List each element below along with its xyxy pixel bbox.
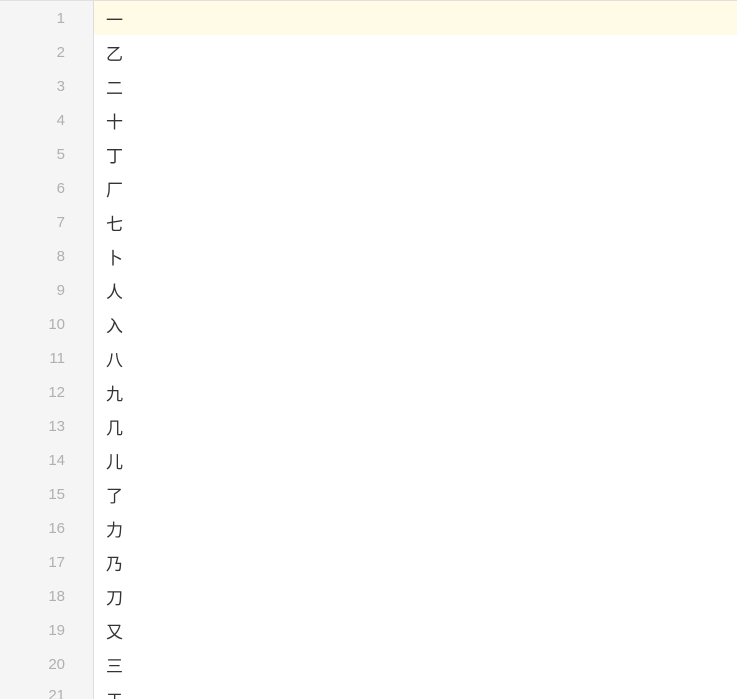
line-content[interactable]: 力 [94, 511, 737, 545]
line-number: 20 [0, 647, 94, 681]
line-number: 21 [0, 681, 94, 699]
editor-row[interactable]: 20三 [0, 647, 737, 681]
editor-row[interactable]: 8卜 [0, 239, 737, 273]
line-content[interactable]: 了 [94, 477, 737, 511]
editor-row[interactable]: 5丁 [0, 137, 737, 171]
line-content[interactable]: 二 [94, 69, 737, 103]
line-number: 12 [0, 375, 94, 409]
line-content[interactable]: 丁 [94, 137, 737, 171]
line-content[interactable]: 七 [94, 205, 737, 239]
line-content[interactable]: 乙 [94, 35, 737, 69]
editor-row[interactable]: 16力 [0, 511, 737, 545]
line-number: 17 [0, 545, 94, 579]
line-number: 5 [0, 137, 94, 171]
line-content[interactable]: 卜 [94, 239, 737, 273]
editor-row[interactable]: 10入 [0, 307, 737, 341]
line-content[interactable]: 一 [94, 1, 737, 35]
line-number: 10 [0, 307, 94, 341]
line-number: 19 [0, 613, 94, 647]
line-content[interactable]: 入 [94, 307, 737, 341]
line-content[interactable]: 几 [94, 409, 737, 443]
line-content[interactable]: 九 [94, 375, 737, 409]
editor-row[interactable]: 9人 [0, 273, 737, 307]
line-number: 11 [0, 341, 94, 375]
editor-row[interactable]: 18刀 [0, 579, 737, 613]
editor-row[interactable]: 1一 [0, 1, 737, 35]
line-content[interactable]: 乃 [94, 545, 737, 579]
editor-row[interactable]: 13几 [0, 409, 737, 443]
editor-row[interactable]: 17乃 [0, 545, 737, 579]
line-number: 9 [0, 273, 94, 307]
line-number: 8 [0, 239, 94, 273]
line-content[interactable]: 人 [94, 273, 737, 307]
editor-row[interactable]: 19又 [0, 613, 737, 647]
line-content[interactable]: 十 [94, 103, 737, 137]
line-content[interactable]: 刀 [94, 579, 737, 613]
line-number: 14 [0, 443, 94, 477]
editor-row[interactable]: 11八 [0, 341, 737, 375]
editor-rows: 1一2乙3二4十5丁6厂7七8卜9人10入11八12九13几14儿15了16力1… [0, 1, 737, 699]
line-number: 18 [0, 579, 94, 613]
editor-row[interactable]: 15了 [0, 477, 737, 511]
line-content[interactable]: 八 [94, 341, 737, 375]
line-number: 6 [0, 171, 94, 205]
line-content[interactable]: 于 [94, 681, 737, 699]
line-content[interactable]: 儿 [94, 443, 737, 477]
editor-row[interactable]: 21于 [0, 681, 737, 699]
line-number: 1 [0, 1, 94, 35]
text-editor[interactable]: 1一2乙3二4十5丁6厂7七8卜9人10入11八12九13几14儿15了16力1… [0, 0, 737, 699]
line-number: 2 [0, 35, 94, 69]
editor-row[interactable]: 6厂 [0, 171, 737, 205]
editor-row[interactable]: 7七 [0, 205, 737, 239]
editor-row[interactable]: 2乙 [0, 35, 737, 69]
editor-row[interactable]: 3二 [0, 69, 737, 103]
line-number: 13 [0, 409, 94, 443]
line-number: 3 [0, 69, 94, 103]
editor-row[interactable]: 12九 [0, 375, 737, 409]
line-content[interactable]: 又 [94, 613, 737, 647]
line-number: 15 [0, 477, 94, 511]
editor-row[interactable]: 4十 [0, 103, 737, 137]
line-number: 4 [0, 103, 94, 137]
line-content[interactable]: 三 [94, 647, 737, 681]
line-number: 7 [0, 205, 94, 239]
editor-row[interactable]: 14儿 [0, 443, 737, 477]
line-content[interactable]: 厂 [94, 171, 737, 205]
line-number: 16 [0, 511, 94, 545]
